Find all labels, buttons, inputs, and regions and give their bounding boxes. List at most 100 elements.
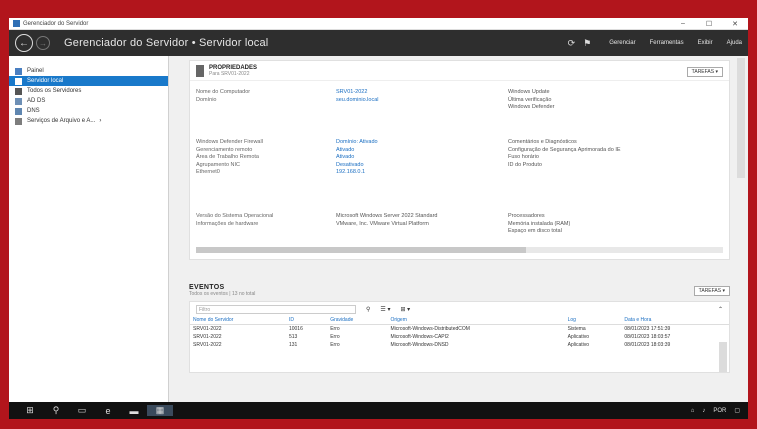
events-vertical-scrollbar[interactable] (719, 342, 727, 372)
maximize-button[interactable]: ☐ (696, 20, 722, 28)
app-icon (13, 20, 20, 27)
table-cell: Erro (330, 342, 340, 348)
column-header[interactable]: Nome do Servidor (190, 316, 286, 325)
table-row[interactable]: SRV01-2022 131 Erro Microsoft-Windows-DN… (190, 341, 729, 349)
sidebar-item-ad-ds[interactable]: AD DS (9, 96, 168, 106)
table-cell: 08/01/2023 18:03:39 (624, 342, 671, 348)
list-options-icon[interactable]: ☰ ▾ (380, 306, 390, 313)
table-cell: Microsoft-Windows-DistributedCOM (390, 326, 470, 332)
dns-icon (15, 107, 22, 115)
table-cell: Microsoft-Windows-DNSD (390, 342, 449, 348)
chevron-right-icon[interactable]: › (99, 118, 101, 124)
table-cell: SRV01-2022 (193, 334, 222, 340)
notification-icon[interactable]: ▢ (734, 407, 740, 414)
app-header: ← → Gerenciador do Servidor • Servidor l… (9, 30, 748, 56)
sidebar-item-all-servers[interactable]: Todos os Servidores (9, 86, 168, 96)
column-header[interactable]: Gravidade (327, 316, 388, 325)
servers-icon (15, 87, 22, 95)
properties-title: PROPRIEDADES (209, 64, 258, 71)
notifications-flag-icon[interactable]: ⚑ (583, 38, 591, 49)
file-explorer-icon[interactable]: ▬ (121, 406, 147, 416)
column-header[interactable]: Log (564, 316, 622, 325)
forward-arrow-icon[interactable]: → (36, 36, 50, 50)
menu-tools[interactable]: Ferramentas (650, 40, 684, 46)
edge-icon[interactable]: e (95, 406, 121, 416)
taskbar: ⊞ ⚲ ▭ e ▬ ▦ ⌂ ♪ POR ▢ (9, 402, 748, 419)
refresh-icon[interactable]: ⟳ (568, 38, 576, 49)
dashboard-icon (15, 67, 22, 75)
prop-value: Microsoft Windows Server 2022 Standard (336, 213, 438, 219)
search-icon[interactable]: ⚲ (366, 306, 370, 313)
prop-value: VMware, Inc. VMware Virtual Platform (336, 220, 429, 227)
input-language[interactable]: POR (713, 408, 726, 414)
prop-label: Windows Defender (508, 104, 555, 110)
events-tasks-button[interactable]: TAREFAS ▾ (693, 286, 730, 296)
filter-input[interactable]: Filtro (196, 304, 356, 314)
table-cell: 513 (288, 334, 298, 340)
table-cell: Sistema (567, 326, 586, 332)
prop-link[interactable]: SRV01-2022 (336, 89, 508, 97)
horizontal-scrollbar[interactable] (196, 247, 723, 253)
sidebar-item-label: Serviços de Arquivo e A... (27, 118, 96, 124)
column-header[interactable]: Data e Hora (621, 316, 729, 325)
ad-ds-icon (15, 97, 22, 105)
network-icon[interactable]: ⌂ (691, 408, 695, 414)
table-cell: Aplicativo (567, 342, 590, 348)
sidebar-item-label: AD DS (27, 98, 46, 104)
close-button[interactable]: ✕ (722, 20, 748, 28)
back-arrow-icon[interactable]: ← (15, 34, 33, 52)
table-cell: SRV01-2022 (193, 326, 222, 332)
prop-label: Espaço em disco total (508, 228, 562, 234)
table-row[interactable]: SRV01-2022 513 Erro Microsoft-Windows-CA… (190, 333, 729, 341)
minimize-button[interactable]: – (670, 20, 696, 27)
server-manager-icon[interactable]: ▦ (147, 405, 173, 416)
sidebar-item-file-services[interactable]: Serviços de Arquivo e A... › (9, 116, 168, 126)
props-group-2: Windows Defender Firewall Gerenciamento … (196, 139, 621, 177)
events-table: Nome do Servidor ID Gravidade Origem Log… (190, 316, 729, 349)
table-row[interactable]: SRV01-2022 10016 Erro Microsoft-Windows-… (190, 325, 729, 334)
server-icon (15, 77, 22, 85)
sidebar-item-local-server[interactable]: Servidor local (9, 76, 168, 86)
menu-help[interactable]: Ajuda (727, 40, 742, 46)
table-cell: SRV01-2022 (193, 342, 222, 348)
props-group-1: Nome do Computador Domínio SRV01-2022 se… (196, 89, 554, 112)
collapse-icon[interactable]: ⌃ (718, 306, 723, 313)
menu-view[interactable]: Exibir (698, 40, 713, 46)
sidebar-item-dashboard[interactable]: Painel (9, 66, 168, 76)
sidebar: Painel Servidor local Todos os Servidore… (9, 56, 169, 402)
prop-label: Processadores (508, 213, 545, 219)
main-vertical-scrollbar[interactable] (737, 58, 745, 178)
table-cell: Aplicativo (567, 334, 590, 340)
prop-link[interactable]: Ativado (336, 154, 508, 162)
events-subtitle: Todos os eventos | 13 no total (189, 291, 256, 297)
prop-label: Nome do Computador (196, 89, 251, 95)
properties-panel: PROPRIEDADES Para SRV01-2022 TAREFAS ▾ N… (189, 60, 730, 260)
table-cell: 08/01/2023 17:51:39 (624, 326, 671, 332)
properties-tasks-button[interactable]: TAREFAS ▾ (686, 67, 723, 77)
prop-link[interactable]: Desativado (336, 162, 508, 170)
props-group-3: Versão do Sistema Operacional Informaçõe… (196, 213, 570, 236)
prop-link[interactable]: 192.168.0.1 (336, 169, 508, 177)
prop-label: Agrupamento NIC (196, 161, 241, 168)
start-icon[interactable]: ⊞ (17, 405, 43, 416)
search-icon[interactable]: ⚲ (43, 405, 69, 416)
table-cell: 131 (288, 342, 298, 348)
column-header[interactable]: ID (285, 316, 328, 325)
prop-link[interactable]: Ativado (336, 147, 508, 155)
prop-label: Windows Update (508, 89, 550, 95)
volume-icon[interactable]: ♪ (702, 408, 705, 414)
column-header[interactable]: Origem (387, 316, 565, 325)
sidebar-item-label: DNS (27, 108, 40, 114)
sidebar-item-dns[interactable]: DNS (9, 106, 168, 116)
prop-label: Domínio (196, 96, 217, 103)
sidebar-item-label: Painel (27, 68, 44, 74)
main-content: PROPRIEDADES Para SRV01-2022 TAREFAS ▾ N… (169, 56, 748, 402)
prop-label: Fuso horário (508, 154, 539, 160)
prop-link[interactable]: Domínio: Ativado (336, 139, 508, 147)
criteria-options-icon[interactable]: ⊞ ▾ (400, 306, 410, 313)
prop-link[interactable]: seu.dominio.local (336, 97, 508, 105)
prop-label: Comentários e Diagnósticos (508, 139, 577, 145)
task-view-icon[interactable]: ▭ (69, 405, 95, 416)
menu-manage[interactable]: Gerenciar (609, 40, 635, 46)
table-cell: Erro (330, 326, 340, 332)
